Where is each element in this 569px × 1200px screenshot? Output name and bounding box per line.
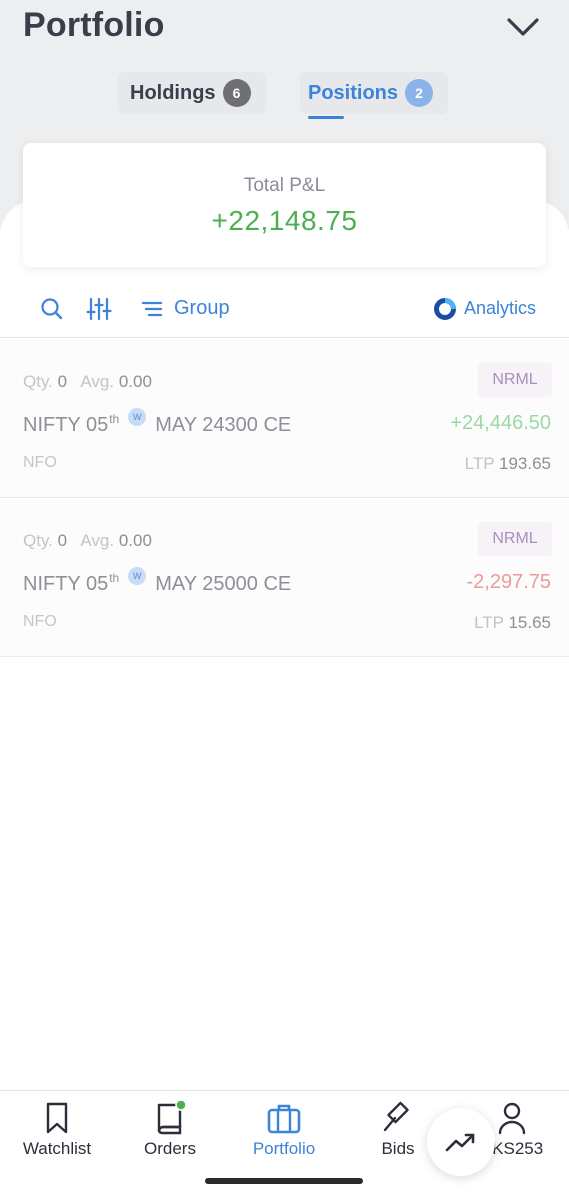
positions-count-badge: 2 xyxy=(405,79,434,107)
exchange-label: NFO xyxy=(23,613,57,630)
briefcase-icon xyxy=(267,1104,301,1134)
position-pnl: -2,297.75 xyxy=(466,571,551,593)
tab-holdings-label: Holdings xyxy=(130,81,216,104)
weekly-expiry-badge: W xyxy=(128,567,147,585)
tab-positions-label: Positions xyxy=(308,81,399,104)
bookmark-icon xyxy=(46,1102,68,1134)
page-title: Portfolio xyxy=(23,6,165,44)
chevron-down-icon[interactable] xyxy=(504,12,542,42)
exchange-label: NFO xyxy=(23,454,57,471)
analytics-button[interactable]: Analytics xyxy=(464,298,536,319)
last-traded-price: LTP 15.65 xyxy=(474,613,551,632)
holdings-count-badge: 6 xyxy=(222,79,251,107)
position-row[interactable]: Qty. 0 Avg. 0.00 NRML NIFTY 05th W MAY 2… xyxy=(0,499,569,657)
notification-dot xyxy=(175,1101,187,1111)
active-tab-indicator xyxy=(308,116,344,119)
total-pnl-label: Total P&L xyxy=(243,175,326,196)
gavel-icon xyxy=(383,1101,409,1132)
weekly-expiry-badge: W xyxy=(128,408,147,426)
home-indicator xyxy=(205,1178,363,1184)
filter-sliders-icon[interactable] xyxy=(86,296,112,322)
positions-toolbar: Group Analytics xyxy=(0,282,569,338)
product-type-badge: NRML xyxy=(478,363,552,397)
total-pnl-value: +22,148.75 xyxy=(211,205,358,236)
nav-portfolio-label: Portfolio xyxy=(252,1139,316,1158)
tab-positions[interactable]: Positions 2 xyxy=(300,72,448,114)
search-icon[interactable] xyxy=(39,296,65,322)
instrument-symbol: NIFTY 05th W MAY 24300 CE xyxy=(23,408,291,437)
trend-fab-button[interactable] xyxy=(427,1108,495,1176)
position-qty-avg: Qty. 0 Avg. 0.00 xyxy=(23,531,152,550)
user-icon xyxy=(498,1102,526,1135)
analytics-icon[interactable] xyxy=(433,297,457,321)
product-type-badge: NRML xyxy=(478,522,552,556)
tab-holdings[interactable]: Holdings 6 xyxy=(118,72,266,114)
nav-watchlist[interactable]: Watchlist xyxy=(12,1101,102,1159)
nav-watchlist-label: Watchlist xyxy=(22,1139,92,1158)
nav-portfolio[interactable]: Portfolio xyxy=(239,1101,329,1159)
last-traded-price: LTP 193.65 xyxy=(464,454,551,473)
instrument-symbol: NIFTY 05th W MAY 25000 CE xyxy=(23,567,291,596)
group-list-icon[interactable] xyxy=(140,296,164,322)
book-icon xyxy=(157,1101,187,1135)
nav-orders[interactable]: Orders xyxy=(125,1101,215,1159)
group-button[interactable]: Group xyxy=(174,297,230,320)
position-qty-avg: Qty. 0 Avg. 0.00 xyxy=(23,372,152,391)
position-row[interactable]: Qty. 0 Avg. 0.00 NRML NIFTY 05th W MAY 2… xyxy=(0,340,569,498)
trending-up-icon xyxy=(445,1133,475,1152)
nav-orders-label: Orders xyxy=(144,1139,196,1158)
position-pnl: +24,446.50 xyxy=(450,412,551,434)
total-pnl-card: Total P&L +22,148.75 xyxy=(23,143,546,267)
